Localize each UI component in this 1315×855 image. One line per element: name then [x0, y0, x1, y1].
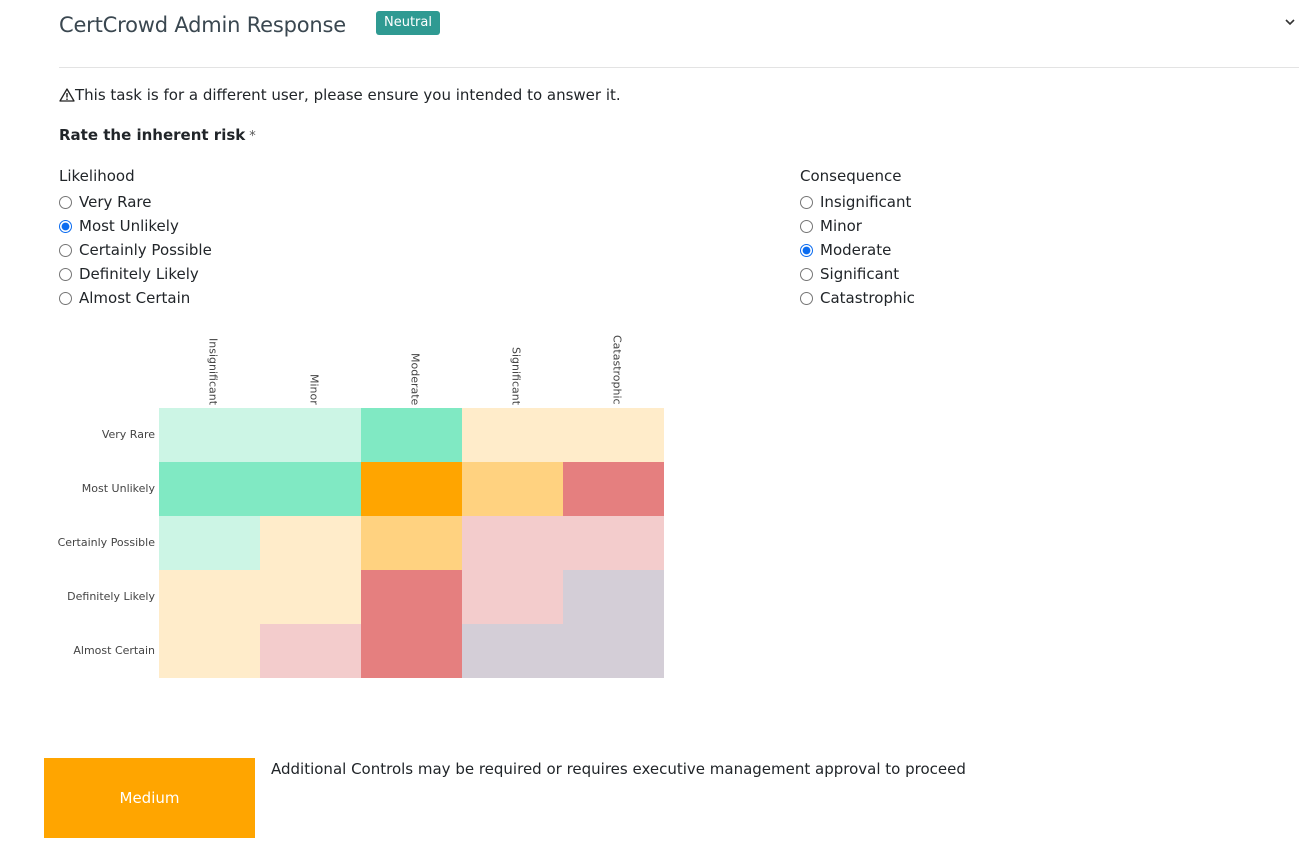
matrix-column-label: Moderate	[408, 352, 422, 405]
likelihood-option[interactable]: Certainly Possible	[59, 238, 212, 262]
likelihood-option-label: Most Unlikely	[79, 217, 179, 235]
likelihood-group: Likelihood Very Rare Most Unlikely Certain…	[59, 166, 212, 310]
likelihood-label: Likelihood	[59, 167, 135, 185]
matrix-cell[interactable]	[462, 408, 563, 462]
matrix-cell[interactable]	[462, 462, 563, 516]
matrix-cell[interactable]	[462, 624, 563, 678]
matrix-cell[interactable]	[159, 408, 260, 462]
consequence-option-label: Insignificant	[820, 193, 912, 211]
matrix-cell[interactable]	[361, 624, 462, 678]
matrix-row-label: Most Unlikely	[81, 482, 155, 495]
different-user-warning: This task is for a different user, pleas…	[59, 86, 621, 104]
matrix-cell[interactable]	[563, 462, 664, 516]
consequence-radio[interactable]	[800, 267, 813, 281]
consequence-radio[interactable]	[800, 195, 813, 209]
likelihood-radio[interactable]	[59, 243, 72, 257]
consequence-option[interactable]: Minor	[800, 214, 915, 238]
matrix-cell[interactable]	[361, 516, 462, 570]
matrix-row-label: Definitely Likely	[67, 590, 155, 603]
consequence-option[interactable]: Significant	[800, 262, 915, 286]
likelihood-option[interactable]: Most Unlikely	[59, 214, 212, 238]
consequence-radio[interactable]	[800, 291, 813, 305]
risk-matrix: Insignificant Minor Moderate Significant Cat…	[0, 320, 680, 690]
status-badge: Neutral	[376, 11, 440, 35]
matrix-cell[interactable]	[260, 570, 361, 624]
likelihood-radio[interactable]	[59, 267, 72, 281]
consequence-option-label: Moderate	[820, 241, 892, 259]
response-header: CertCrowd Admin Response Neutral	[59, 0, 1299, 68]
matrix-cell[interactable]	[260, 516, 361, 570]
likelihood-option-label: Very Rare	[79, 193, 152, 211]
matrix-cell[interactable]	[462, 516, 563, 570]
likelihood-radio[interactable]	[59, 195, 72, 209]
matrix-cell[interactable]	[361, 408, 462, 462]
matrix-cell[interactable]	[462, 570, 563, 624]
consequence-option-label: Catastrophic	[820, 289, 915, 307]
matrix-cell[interactable]	[563, 516, 664, 570]
consequence-option[interactable]: Insignificant	[800, 190, 915, 214]
likelihood-option[interactable]: Very Rare	[59, 190, 212, 214]
consequence-radio[interactable]	[800, 243, 813, 257]
likelihood-option-label: Definitely Likely	[79, 265, 199, 283]
matrix-column-label: Insignificant	[206, 337, 220, 405]
likelihood-option[interactable]: Almost Certain	[59, 286, 212, 310]
matrix-cell[interactable]	[260, 624, 361, 678]
chevron-down-icon[interactable]	[1283, 14, 1297, 28]
likelihood-radio[interactable]	[59, 291, 72, 305]
warning-text: This task is for a different user, pleas…	[75, 86, 621, 104]
consequence-radio[interactable]	[800, 219, 813, 233]
required-marker: *	[249, 129, 256, 144]
matrix-row-label: Very Rare	[101, 428, 155, 441]
question-text: Rate the inherent risk	[59, 126, 246, 144]
matrix-cell[interactable]	[260, 408, 361, 462]
matrix-cell[interactable]	[563, 624, 664, 678]
matrix-cell[interactable]	[159, 624, 260, 678]
matrix-row-label: Certainly Possible	[57, 536, 155, 549]
likelihood-radio[interactable]	[59, 219, 72, 233]
likelihood-option[interactable]: Definitely Likely	[59, 262, 212, 286]
risk-level-box: Medium	[44, 758, 255, 838]
likelihood-option-label: Certainly Possible	[79, 241, 212, 259]
consequence-label: Consequence	[800, 167, 902, 185]
matrix-column-label: Catastrophic	[610, 335, 624, 405]
matrix-column-label: Minor	[307, 374, 321, 405]
consequence-group: Consequence Insignificant Minor Moderate Si…	[800, 166, 915, 310]
warning-triangle-icon	[59, 88, 75, 102]
question-label: Rate the inherent risk *	[59, 126, 256, 144]
matrix-cell[interactable]	[563, 570, 664, 624]
likelihood-option-label: Almost Certain	[79, 289, 191, 307]
matrix-column-label: Significant	[509, 346, 523, 405]
matrix-cell[interactable]	[563, 408, 664, 462]
consequence-option[interactable]: Catastrophic	[800, 286, 915, 310]
consequence-option-label: Minor	[820, 217, 862, 235]
consequence-option[interactable]: Moderate	[800, 238, 915, 262]
matrix-cell[interactable]	[159, 570, 260, 624]
matrix-cell[interactable]	[159, 516, 260, 570]
consequence-option-label: Significant	[820, 265, 900, 283]
matrix-cell[interactable]	[159, 462, 260, 516]
page-title: CertCrowd Admin Response	[59, 13, 346, 37]
matrix-row-label: Almost Certain	[73, 644, 155, 657]
matrix-cell[interactable]	[260, 462, 361, 516]
risk-level-description: Additional Controls may be required or r…	[271, 760, 966, 778]
matrix-cell[interactable]	[361, 462, 462, 516]
matrix-cell[interactable]	[361, 570, 462, 624]
